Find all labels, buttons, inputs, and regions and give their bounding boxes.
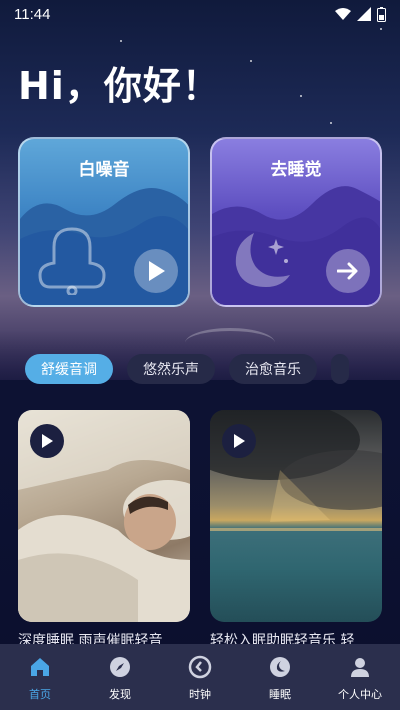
nav-label: 个人中心 [338,688,382,701]
tab-leisurely-music[interactable]: 悠然乐声 [127,354,215,384]
status-bar: 11:44 [0,0,400,28]
user-icon [347,654,373,680]
nav-label: 发现 [109,688,131,701]
moon-star-icon [235,233,290,287]
nav-label: 睡眠 [269,688,291,701]
media-caption[interactable]: 深度睡眠 雨声催眠轻音 [18,630,190,644]
bottom-nav: 首页 发现 时钟 睡眠 个人中心 [0,644,400,710]
tab-healing-music[interactable]: 治愈音乐 [229,354,317,384]
nav-label: 时钟 [189,688,211,701]
go-to-sleep-card[interactable]: 去睡觉 [210,137,382,307]
play-button[interactable] [134,249,178,293]
tab-more[interactable] [331,354,349,384]
compass-icon [107,654,133,680]
star [120,40,122,42]
media-caption[interactable]: 轻松入眠助眠轻音乐 轻 [210,630,382,644]
media-play-button[interactable] [222,424,256,458]
signal-icon [357,7,371,21]
star [250,60,252,62]
category-tabs: 舒缓音调 悠然乐声 治愈音乐 [25,354,400,384]
arrow-right-icon [337,262,358,280]
home-icon [27,654,53,680]
tab-soothing-tones[interactable]: 舒缓音调 [25,354,113,384]
star [330,122,332,124]
nav-label: 首页 [29,688,51,701]
nav-item-sleep[interactable]: 睡眠 [240,644,320,710]
nav-item-discover[interactable]: 发现 [80,644,160,710]
clock-icon [187,654,213,680]
bell-icon [38,227,106,295]
nav-item-clock[interactable]: 时钟 [160,644,240,710]
media-play-button[interactable] [30,424,64,458]
go-button[interactable] [326,249,370,293]
media-card[interactable] [18,410,190,622]
battery-icon [377,6,386,22]
star [300,95,302,97]
star [380,28,382,30]
nav-item-home[interactable]: 首页 [0,644,80,710]
nav-item-profile[interactable]: 个人中心 [320,644,400,710]
wifi-icon [335,8,351,20]
greeting-title: Hi，你好！ [18,64,221,108]
play-icon [149,261,165,281]
status-time: 11:44 [14,5,51,23]
media-card[interactable] [210,410,382,622]
moon-icon [267,654,293,680]
play-icon [234,434,245,448]
white-noise-card[interactable]: 白噪音 [18,137,190,307]
play-icon [42,434,53,448]
card-title: 去睡觉 [270,160,322,180]
card-title: 白噪音 [78,160,130,180]
